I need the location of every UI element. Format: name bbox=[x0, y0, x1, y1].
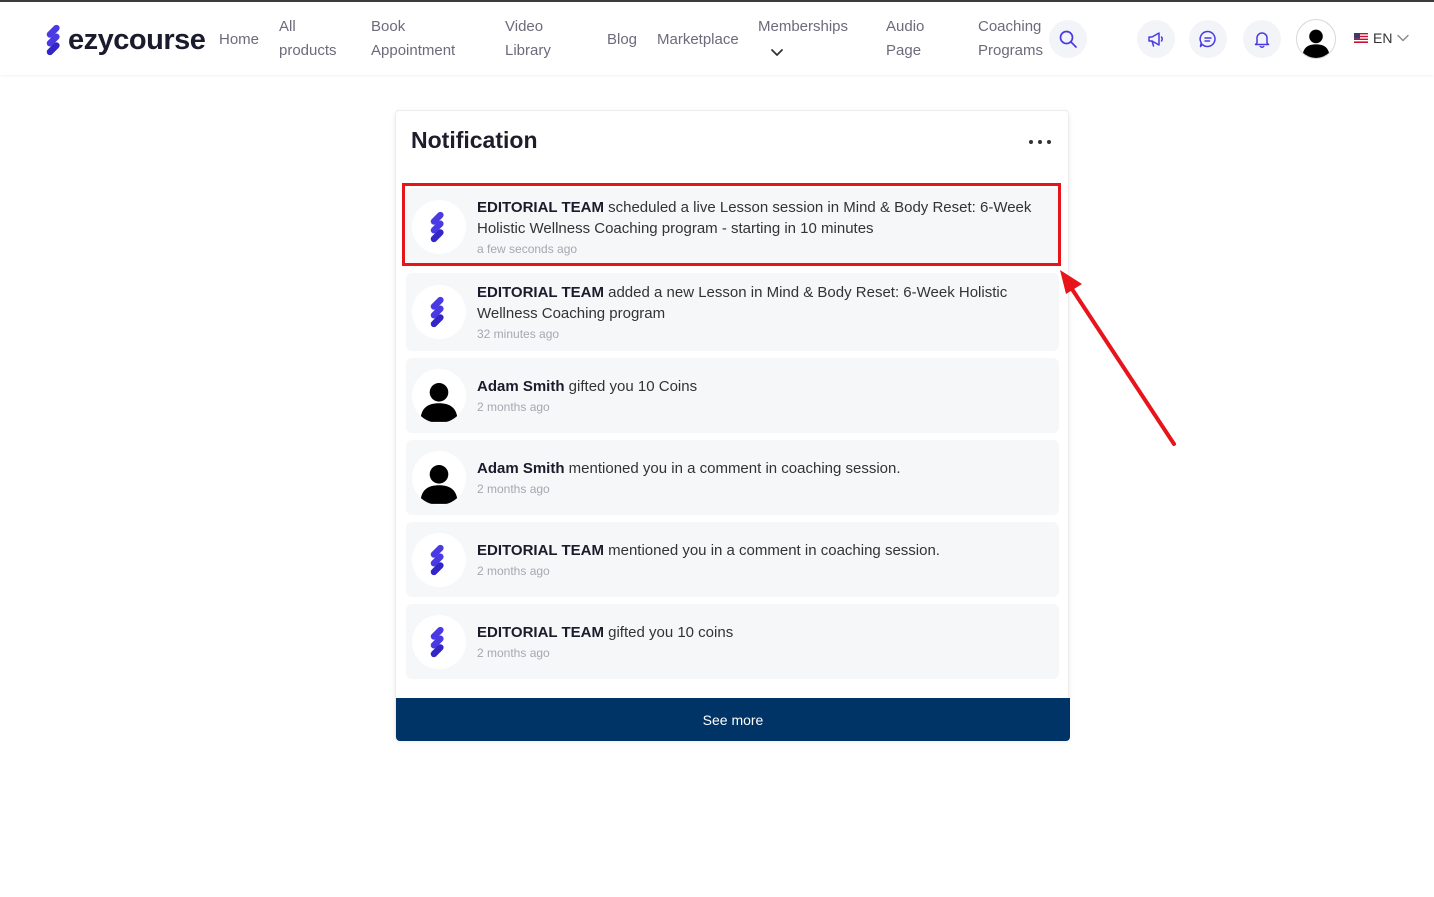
ezycourse-logo-icon bbox=[428, 211, 450, 243]
chat-icon bbox=[1199, 30, 1216, 48]
nav-home[interactable]: Home bbox=[219, 28, 259, 52]
user-avatar[interactable] bbox=[1296, 19, 1336, 59]
brand-logo[interactable]: ezycourse bbox=[44, 24, 206, 56]
ezycourse-logo-icon bbox=[44, 24, 66, 56]
nav-all-products[interactable]: All products bbox=[279, 15, 337, 63]
notification-avatar bbox=[412, 451, 466, 505]
us-flag-icon bbox=[1354, 33, 1368, 43]
notification-time: a few seconds ago bbox=[477, 242, 578, 256]
notification-card: Notification EDITORIAL TEAM scheduled a … bbox=[395, 110, 1070, 741]
language-code: EN bbox=[1373, 30, 1393, 46]
annotation-arrow-icon bbox=[1060, 270, 1176, 446]
notification-time: 32 minutes ago bbox=[477, 327, 560, 341]
notification-avatar bbox=[412, 200, 466, 254]
notification-avatar bbox=[412, 285, 466, 339]
nav-memberships[interactable]: Memberships bbox=[758, 15, 848, 39]
user-silhouette-icon bbox=[417, 377, 461, 423]
user-silhouette-icon bbox=[1300, 26, 1332, 58]
language-selector[interactable]: EN bbox=[1354, 30, 1410, 46]
megaphone-icon bbox=[1148, 32, 1163, 47]
search-button[interactable] bbox=[1049, 20, 1087, 58]
nav-coaching-programs[interactable]: Coaching Programs bbox=[978, 15, 1043, 63]
notification-time: 2 months ago bbox=[477, 646, 550, 660]
top-navbar: ezycourse Home All products Book Appoint… bbox=[0, 0, 1434, 75]
announcements-button[interactable] bbox=[1137, 20, 1175, 58]
user-silhouette-icon bbox=[417, 459, 461, 505]
notification-avatar bbox=[412, 533, 466, 587]
notification-time: 2 months ago bbox=[477, 482, 550, 496]
notification-item[interactable]: EDITORIAL TEAM added a new Lesson in Min… bbox=[406, 273, 1059, 351]
notification-item[interactable]: Adam Smith gifted you 10 Coins 2 months … bbox=[406, 358, 1059, 433]
ezycourse-logo-icon bbox=[428, 626, 450, 658]
chevron-down-icon[interactable] bbox=[770, 46, 784, 60]
more-options-icon[interactable] bbox=[1029, 131, 1051, 153]
see-more-button[interactable]: See more bbox=[396, 698, 1070, 741]
notification-item[interactable]: EDITORIAL TEAM mentioned you in a commen… bbox=[406, 522, 1059, 597]
notification-text: EDITORIAL TEAM scheduled a live Lesson s… bbox=[477, 199, 1032, 237]
notification-text: EDITORIAL TEAM gifted you 10 coins bbox=[477, 624, 734, 641]
notifications-button[interactable] bbox=[1243, 20, 1281, 58]
notification-item[interactable]: EDITORIAL TEAM gifted you 10 coins 2 mon… bbox=[406, 604, 1059, 679]
bell-icon bbox=[1254, 32, 1270, 48]
ezycourse-logo-icon bbox=[428, 544, 450, 576]
chevron-down-icon bbox=[1397, 34, 1410, 42]
notification-text: Adam Smith mentioned you in a comment in… bbox=[477, 460, 901, 477]
ezycourse-logo-icon bbox=[428, 296, 450, 328]
card-title: Notification bbox=[411, 127, 538, 153]
notification-text: EDITORIAL TEAM added a new Lesson in Min… bbox=[477, 284, 1008, 322]
messages-button[interactable] bbox=[1189, 20, 1227, 58]
page: ezycourse Home All products Book Appoint… bbox=[0, 0, 1434, 897]
search-icon bbox=[1059, 30, 1077, 48]
nav-marketplace[interactable]: Marketplace bbox=[657, 28, 739, 52]
notification-time: 2 months ago bbox=[477, 564, 550, 578]
notification-text: EDITORIAL TEAM mentioned you in a commen… bbox=[477, 542, 940, 559]
notification-avatar bbox=[412, 369, 466, 423]
notification-item[interactable]: EDITORIAL TEAM scheduled a live Lesson s… bbox=[406, 188, 1059, 266]
notification-time: 2 months ago bbox=[477, 400, 550, 414]
nav-video-library[interactable]: Video Library bbox=[505, 15, 551, 63]
notification-text: Adam Smith gifted you 10 Coins bbox=[477, 378, 698, 395]
notification-item[interactable]: Adam Smith mentioned you in a comment in… bbox=[406, 440, 1059, 515]
nav-blog[interactable]: Blog bbox=[607, 28, 637, 52]
notification-avatar bbox=[412, 615, 466, 669]
nav-book-appointment[interactable]: Book Appointment bbox=[371, 15, 455, 63]
logo-text: ezycourse bbox=[68, 24, 206, 56]
nav-audio-page[interactable]: Audio Page bbox=[886, 15, 924, 63]
